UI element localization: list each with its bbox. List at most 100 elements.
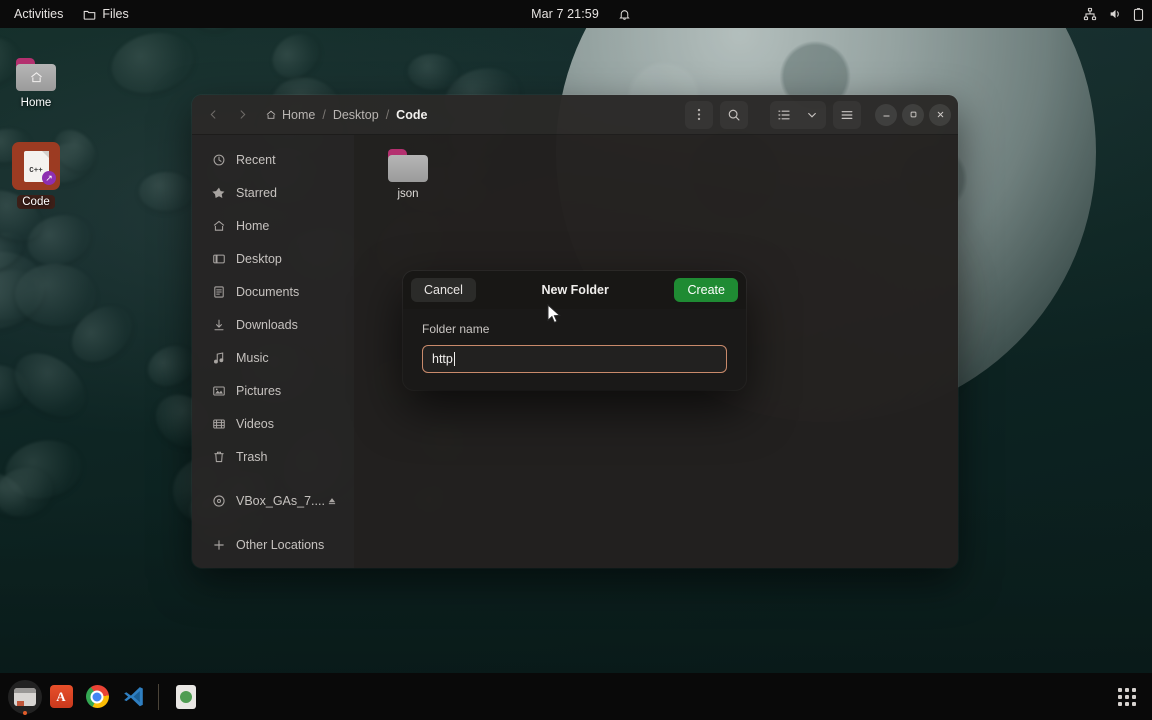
network-icon bbox=[1083, 7, 1097, 21]
top-bar-left: Activities Files bbox=[0, 3, 139, 25]
desktop-icon-home[interactable]: Home bbox=[0, 58, 72, 110]
hamburger-menu-icon[interactable] bbox=[833, 101, 861, 129]
folder-name-input[interactable]: http bbox=[422, 345, 727, 373]
sidebar-item-trash[interactable]: Trash bbox=[198, 440, 348, 473]
sidebar-divider bbox=[192, 517, 354, 528]
files-icon bbox=[14, 687, 36, 706]
app-grid-icon bbox=[1118, 687, 1136, 706]
navigation-buttons bbox=[199, 101, 256, 129]
dock-item-software-updater[interactable] bbox=[169, 680, 203, 714]
sidebar-item-label: Desktop bbox=[236, 251, 282, 266]
show-applications-button[interactable] bbox=[1110, 680, 1144, 714]
breadcrumb-item-desktop[interactable]: Desktop bbox=[333, 108, 379, 122]
gnome-top-bar: Activities Files Mar 7 21:59 bbox=[0, 0, 1152, 28]
desktop-icon-label: Code bbox=[17, 195, 55, 209]
software-center-icon bbox=[176, 684, 196, 709]
home-icon bbox=[265, 109, 277, 121]
sidebar-item-label: VBox_GAs_7.... bbox=[236, 493, 325, 508]
sidebar-item-label: Home bbox=[236, 218, 270, 233]
breadcrumb: Home / Desktop / Code bbox=[265, 108, 427, 122]
sidebar-item-starred[interactable]: Starred bbox=[198, 176, 348, 209]
breadcrumb-label: Desktop bbox=[332, 107, 379, 122]
sidebar-item-label: Downloads bbox=[236, 317, 298, 332]
desktop-screen: Activities Files Mar 7 21:59 Home C++ ↗ … bbox=[0, 0, 1152, 720]
dock-item-google-chrome[interactable] bbox=[80, 680, 114, 714]
sidebar-item-downloads[interactable]: Downloads bbox=[198, 308, 348, 341]
sidebar-item-documents[interactable]: Documents bbox=[198, 275, 348, 308]
dock-right-area bbox=[1108, 680, 1144, 714]
clock-icon bbox=[211, 153, 226, 167]
sidebar-item-desktop[interactable]: Desktop bbox=[198, 242, 348, 275]
video-icon bbox=[211, 417, 226, 431]
chrome-icon bbox=[85, 685, 109, 708]
sidebar-item-vbox-guest-additions[interactable]: VBox_GAs_7.... bbox=[198, 484, 348, 517]
dialog-body: Folder name http bbox=[403, 309, 746, 390]
sidebar-item-other-locations[interactable]: Other Locations bbox=[198, 528, 348, 561]
document-icon bbox=[211, 285, 226, 299]
cpp-file-icon: C++ ↗ bbox=[12, 142, 60, 190]
sidebar-item-label: Documents bbox=[236, 284, 300, 299]
desktop-icon bbox=[211, 252, 226, 266]
app-menu-button[interactable]: Files bbox=[73, 3, 138, 25]
music-note-icon bbox=[211, 351, 226, 365]
folder-icon bbox=[83, 8, 96, 21]
breadcrumb-item-home[interactable]: Home bbox=[265, 108, 315, 122]
files-window-header: Home / Desktop / Code bbox=[192, 95, 958, 135]
view-mode-group bbox=[770, 100, 826, 129]
cancel-button[interactable]: Cancel bbox=[411, 278, 476, 302]
breadcrumb-label: Code bbox=[396, 107, 428, 122]
breadcrumb-separator: / bbox=[322, 107, 326, 122]
sidebar-item-music[interactable]: Music bbox=[198, 341, 348, 374]
download-icon bbox=[211, 318, 226, 332]
sidebar-item-pictures[interactable]: Pictures bbox=[198, 374, 348, 407]
clock-button[interactable]: Mar 7 21:59 bbox=[521, 3, 609, 25]
volume-icon bbox=[1108, 7, 1122, 21]
eject-icon[interactable] bbox=[327, 496, 337, 506]
folder-name-value: http bbox=[432, 352, 453, 366]
dialog-title: New Folder bbox=[541, 283, 609, 297]
ubuntu-a-icon: A bbox=[49, 685, 73, 708]
file-item-label: json bbox=[397, 188, 419, 200]
desktop-icon-code[interactable]: C++ ↗ Code bbox=[0, 142, 72, 209]
list-view-icon[interactable] bbox=[770, 101, 798, 129]
activities-label: Activities bbox=[14, 7, 64, 21]
back-button[interactable] bbox=[199, 101, 227, 129]
sidebar-item-label: Music bbox=[236, 350, 269, 365]
sidebar-item-label: Starred bbox=[236, 185, 277, 200]
breadcrumb-label: Home bbox=[282, 107, 316, 122]
dock-item-vscode[interactable] bbox=[116, 680, 150, 714]
sidebar-item-videos[interactable]: Videos bbox=[198, 407, 348, 440]
search-icon[interactable] bbox=[720, 101, 748, 129]
folder-icon bbox=[388, 149, 428, 182]
places-sidebar: Recent Starred Home Desktop Documents Do… bbox=[192, 135, 354, 568]
kebab-group bbox=[685, 100, 713, 129]
activities-button[interactable]: Activities bbox=[4, 3, 73, 25]
notification-bell-icon[interactable] bbox=[618, 8, 631, 21]
sidebar-item-recent[interactable]: Recent bbox=[198, 143, 348, 176]
sidebar-item-label: Recent bbox=[236, 152, 276, 167]
sidebar-item-home[interactable]: Home bbox=[198, 209, 348, 242]
maximize-button[interactable] bbox=[902, 103, 924, 126]
dock-item-files[interactable] bbox=[8, 679, 42, 714]
dock-item-ubuntu-software[interactable]: A bbox=[44, 680, 78, 714]
minimize-button[interactable] bbox=[875, 103, 897, 126]
text-caret bbox=[453, 352, 455, 366]
create-button[interactable]: Create bbox=[674, 278, 738, 302]
hamburger-group bbox=[833, 100, 861, 129]
file-item-json[interactable]: json bbox=[370, 149, 446, 200]
top-bar-status-area[interactable] bbox=[1083, 7, 1144, 22]
header-right-controls bbox=[678, 100, 951, 129]
chevron-down-icon[interactable] bbox=[798, 101, 826, 129]
taskbar-dock: A bbox=[0, 673, 1152, 720]
star-icon bbox=[211, 186, 226, 200]
dialog-header: Cancel New Folder Create bbox=[403, 271, 746, 309]
kebab-menu-icon[interactable] bbox=[685, 101, 713, 129]
top-bar-center: Mar 7 21:59 bbox=[0, 3, 1152, 25]
clock-label: Mar 7 21:59 bbox=[531, 7, 599, 21]
breadcrumb-item-code[interactable]: Code bbox=[396, 108, 427, 122]
close-button[interactable] bbox=[929, 103, 951, 126]
forward-button[interactable] bbox=[228, 101, 256, 129]
desktop-icon-label: Home bbox=[20, 97, 52, 109]
trash-icon bbox=[211, 450, 226, 464]
picture-icon bbox=[211, 384, 226, 398]
